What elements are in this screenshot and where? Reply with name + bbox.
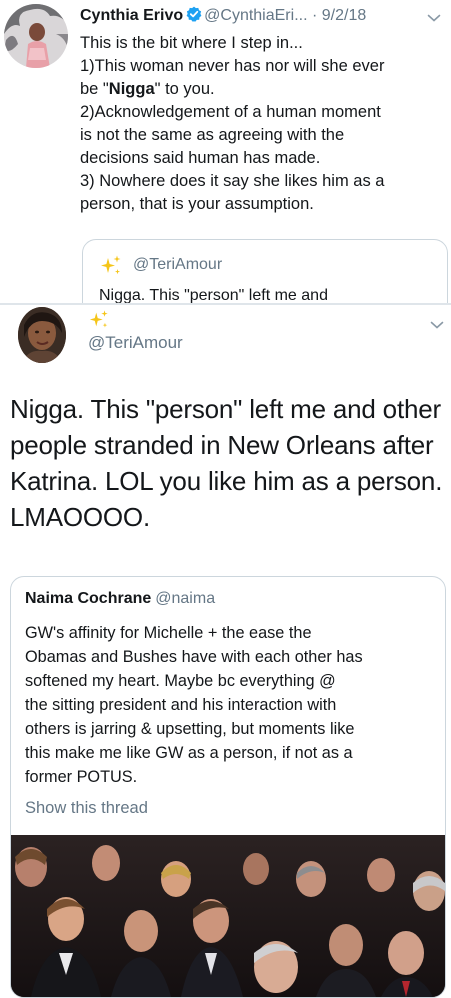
screenshot-divider: [0, 303, 451, 305]
quoted-author-name: Naima Cochrane: [25, 590, 152, 607]
chevron-down-icon[interactable]: [430, 317, 444, 329]
quoted-text: GW's affinity for Michelle + the ease th…: [25, 621, 433, 789]
top-tweet: Cynthia Erivo @CynthiaEri... · 9/2/18 Thi…: [0, 0, 451, 321]
bold-word: Nigga: [108, 80, 155, 98]
quoted-header: Naima Cochrane @naima: [25, 590, 215, 608]
tweet-date[interactable]: 9/2/18: [322, 7, 366, 24]
verified-badge-icon: [186, 6, 202, 22]
crowd-photo: [11, 835, 445, 997]
tweet-line: 3) Nowhere does it say she likes him as …: [80, 172, 385, 190]
quoted-tweet[interactable]: Naima Cochrane @naima GW's affinity for M…: [10, 576, 446, 998]
tweet-line: decisions said human has made.: [80, 149, 321, 167]
tweet-line: people stranded in New Orleans after: [10, 430, 434, 460]
sparkles-icon: [88, 309, 110, 331]
tweet-line: is not the same as agreeing with the: [80, 126, 345, 144]
quoted-line: softened my heart. Maybe bc everything @: [25, 672, 336, 690]
quoted-line: this make me like GW as a person, if not…: [25, 744, 353, 762]
quoted-line: others is jarring & upsetting, but momen…: [25, 720, 355, 738]
avatar-image: [18, 307, 66, 363]
author-name[interactable]: Cynthia Erivo: [80, 7, 183, 24]
show-thread-link[interactable]: Show this thread: [25, 799, 148, 818]
quoted-line: former POTUS.: [25, 768, 138, 786]
quoted-line: GW's affinity for Michelle + the ease th…: [25, 624, 312, 642]
quoted-handle: @TeriAmour: [133, 256, 223, 273]
quoted-handle: @naima: [155, 590, 216, 607]
quoted-line: Obamas and Bushes have with each other h…: [25, 648, 363, 666]
tweet-line: This is the bit where I step in...: [80, 34, 303, 52]
tweet-text: Nigga. This "person" left me and other p…: [10, 391, 448, 535]
tweet-line: 2)Acknowledgement of a human moment: [80, 103, 381, 121]
tweet-line: Nigga. This "person" left me and other: [10, 394, 441, 424]
tweet-line: LMAOOOO.: [10, 502, 150, 532]
author-handle[interactable]: @CynthiaEri...: [204, 7, 307, 24]
author-handle[interactable]: @TeriAmour: [88, 333, 183, 353]
tweet-line: be "Nigga" to you.: [80, 80, 215, 98]
tweet-line: 1)This woman never has nor will she ever: [80, 57, 385, 75]
tweet-line: person, that is your assumption.: [80, 195, 314, 213]
tweet-line: Katrina. LOL you like him as a person.: [10, 466, 443, 496]
author-avatar[interactable]: [18, 307, 66, 363]
tweet-text: This is the bit where I step in... 1)Thi…: [80, 32, 445, 216]
author-avatar[interactable]: [4, 4, 68, 68]
avatar-image: [4, 4, 68, 68]
quoted-line: the sitting president and his interactio…: [25, 696, 337, 714]
quoted-media-image[interactable]: [11, 835, 445, 997]
sparkles-icon: [99, 254, 123, 278]
chevron-down-icon[interactable]: [427, 10, 441, 22]
tweet-header: Cynthia Erivo @CynthiaEri... · 9/2/18: [80, 6, 366, 28]
second-tweet: @TeriAmour Nigga. This "person" left me …: [0, 303, 451, 998]
meta-separator: ·: [311, 7, 318, 24]
